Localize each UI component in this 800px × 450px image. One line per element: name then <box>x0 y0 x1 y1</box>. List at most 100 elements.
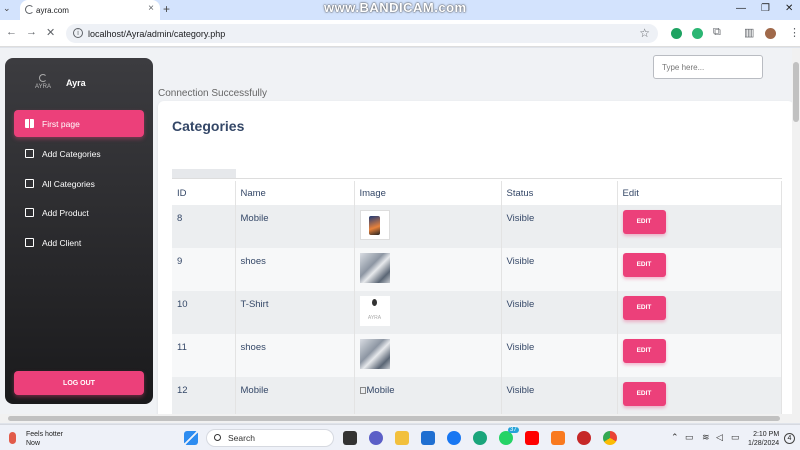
category-image-shoe <box>359 339 390 369</box>
cell-name: T-Shirt <box>235 291 355 334</box>
volume-icon[interactable]: ◁ <box>716 432 723 443</box>
system-clock[interactable]: 2:10 PM 1/28/2024 <box>748 430 779 448</box>
tab-title: ayra.com <box>36 5 69 15</box>
taskbar-search[interactable]: Search <box>206 429 334 447</box>
cell-status: Visible <box>501 291 618 334</box>
address-bar[interactable]: i localhost/Ayra/admin/category.php ☆ <box>66 24 658 43</box>
chat-icon[interactable] <box>369 431 383 445</box>
cell-id: 10 <box>172 291 236 334</box>
facebook-icon[interactable] <box>447 431 461 445</box>
edit-button[interactable]: EDIT <box>622 296 666 320</box>
table-header-row: ID Name Image Status Edit <box>172 181 782 205</box>
tab-search-icon[interactable]: ⌄ <box>3 3 11 14</box>
connection-message: Connection Successfully <box>158 88 267 99</box>
column-header-image: Image <box>354 181 502 205</box>
column-header-name: Name <box>235 181 355 205</box>
table-row: 8 Mobile Visible EDIT <box>172 205 782 248</box>
xampp-icon[interactable] <box>551 431 565 445</box>
site-info-icon[interactable]: i <box>73 28 83 38</box>
table-row: 12 Mobile Mobile Visible EDIT <box>172 377 782 414</box>
cell-name: Mobile <box>235 205 355 248</box>
extension-icon[interactable] <box>671 28 682 39</box>
brand-name[interactable]: Ayra <box>66 78 86 88</box>
file-explorer-icon[interactable] <box>395 431 409 445</box>
weather-line1: Feels hotter <box>26 431 63 438</box>
browser-tab-strip: ⌄ ayra.com × + www.BANDICAM.com — ❐ ✕ <box>0 0 800 20</box>
cell-name: shoes <box>235 334 355 377</box>
sidebar-item-add-client[interactable]: Add Client <box>14 229 144 256</box>
sidebar-item-add-categories[interactable]: Add Categories <box>14 140 144 167</box>
bookmark-star-icon[interactable]: ☆ <box>639 26 650 40</box>
new-tab-icon[interactable]: + <box>163 2 170 16</box>
cell-id: 9 <box>172 248 236 291</box>
cell-status: Visible <box>501 334 618 377</box>
document-icon <box>25 238 34 247</box>
task-view-icon[interactable] <box>343 431 357 445</box>
logout-button[interactable]: LOG OUT <box>14 371 144 395</box>
table-row: 10 T-Shirt AYRA Visible EDIT <box>172 291 782 334</box>
search-input[interactable] <box>653 55 763 79</box>
cell-edit: EDIT <box>617 291 782 334</box>
document-icon <box>25 149 34 158</box>
side-panel-icon[interactable]: ▥ <box>744 26 754 39</box>
sidebar-item-first-page[interactable]: First page <box>14 110 144 137</box>
wifi-icon[interactable]: ≋ <box>702 432 710 443</box>
brand-logo: AYRA <box>32 74 54 94</box>
windows-start-icon[interactable] <box>184 431 198 445</box>
forward-icon[interactable]: → <box>26 26 37 38</box>
profile-avatar[interactable] <box>765 28 776 39</box>
dashboard-icon <box>25 119 34 128</box>
edit-button[interactable]: EDIT <box>622 339 666 363</box>
divider <box>172 178 782 179</box>
battery-icon[interactable]: ▭ <box>731 432 740 443</box>
categories-table: ID Name Image Status Edit 8 Mobile Visib… <box>172 181 782 414</box>
minimize-icon[interactable]: — <box>736 3 746 14</box>
document-icon <box>25 179 34 188</box>
category-image-logo: AYRA <box>359 296 390 326</box>
notification-badge[interactable]: 4 <box>784 433 795 444</box>
weather-widget[interactable]: Feels hotter Now <box>26 430 63 448</box>
maximize-icon[interactable]: ❐ <box>761 3 770 14</box>
whatsapp-icon[interactable] <box>499 431 513 445</box>
browser-menu-icon[interactable]: ⋮ <box>789 26 800 39</box>
scrollbar-thumb[interactable] <box>8 416 780 421</box>
column-header-status: Status <box>501 181 618 205</box>
edge-icon[interactable] <box>473 431 487 445</box>
edit-button[interactable]: EDIT <box>622 253 666 277</box>
cell-id: 12 <box>172 377 236 414</box>
close-window-icon[interactable]: ✕ <box>785 3 793 14</box>
scrollbar-thumb[interactable] <box>793 62 799 122</box>
cell-name: shoes <box>235 248 355 291</box>
extension-icon[interactable] <box>692 28 703 39</box>
close-tab-icon[interactable]: × <box>148 3 154 14</box>
horizontal-scrollbar[interactable] <box>0 414 800 423</box>
table-row: 11 shoes Visible EDIT <box>172 334 782 377</box>
sidebar-item-label: Add Product <box>42 207 89 218</box>
network-icon[interactable]: ▭ <box>685 432 694 443</box>
sidebar-item-label: Add Client <box>42 237 82 248</box>
stop-loading-icon[interactable]: ✕ <box>46 26 55 39</box>
browser-tab[interactable]: ayra.com × <box>20 0 160 20</box>
bandicam-icon[interactable] <box>577 431 591 445</box>
table-scrollbar[interactable] <box>172 169 236 178</box>
sidebar-item-all-categories[interactable]: All Categories <box>14 170 144 197</box>
chevron-up-icon[interactable]: ⌃ <box>671 432 679 443</box>
back-icon[interactable]: ← <box>6 26 17 38</box>
logo-mark-icon <box>39 74 47 82</box>
page-title: Categories <box>172 118 245 134</box>
cell-edit: EDIT <box>617 334 782 377</box>
edit-button[interactable]: EDIT <box>622 210 666 234</box>
logo-image-text: AYRA <box>367 315 382 321</box>
store-icon[interactable] <box>421 431 435 445</box>
weather-line2: Now <box>26 440 41 447</box>
chrome-icon[interactable] <box>603 431 617 445</box>
document-icon <box>25 208 34 217</box>
loading-icon <box>25 5 34 14</box>
vertical-scrollbar[interactable] <box>792 48 800 414</box>
extensions-puzzle-icon[interactable]: ⧉ <box>713 26 721 39</box>
sidebar-item-add-product[interactable]: Add Product <box>14 199 144 226</box>
clock-date: 1/28/2024 <box>748 440 780 447</box>
edit-button[interactable]: EDIT <box>622 382 666 406</box>
page-viewport: AYRA Ayra First page Add Categories All … <box>0 48 800 414</box>
youtube-icon[interactable] <box>525 431 539 445</box>
